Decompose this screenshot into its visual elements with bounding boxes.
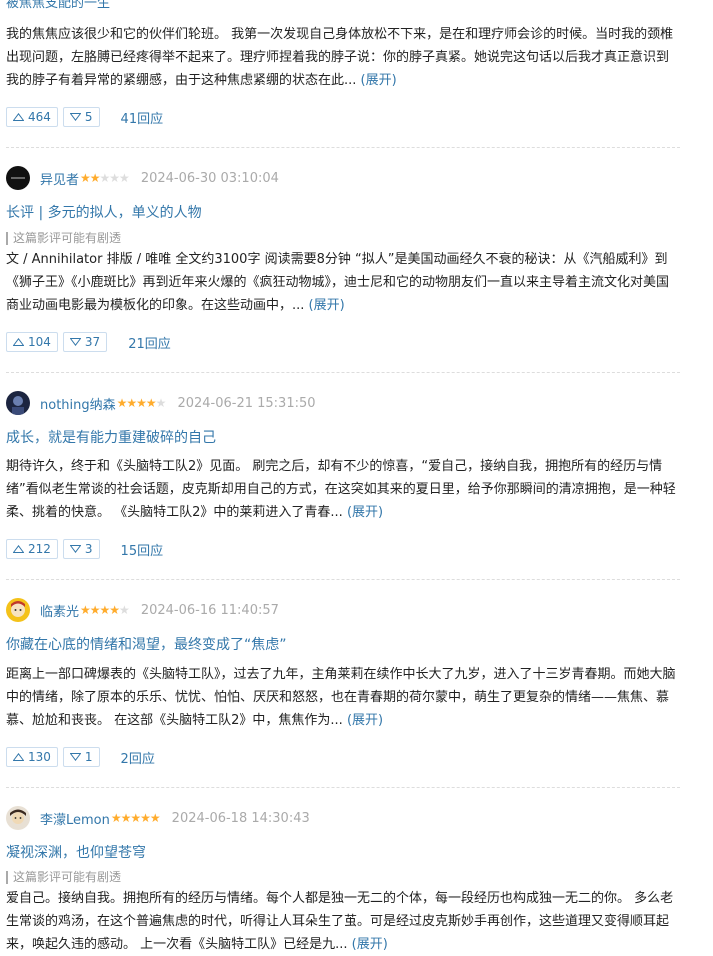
avatar-image-icon: [11, 601, 25, 617]
review-title[interactable]: 长评 | 多元的拟人，单义的人物: [6, 202, 202, 222]
divider: [6, 787, 680, 788]
review-body: 文 / Annihilator 排版 / 唯唯 全文约3100字 阅读需要8分钟…: [6, 248, 678, 317]
avatar-image-icon: [11, 177, 25, 179]
review-actions: 212 3 15回应: [6, 538, 163, 560]
upvote-button[interactable]: 130: [6, 747, 58, 767]
review-body: 期待许久，终于和《头脑特工队2》见面。 刷完之后，却有不少的惊喜，“爱自己，接纳…: [6, 455, 678, 524]
expand-link[interactable]: (展开): [309, 298, 345, 313]
thumb-down-icon: [69, 113, 81, 121]
review-date: 2024-06-21 15:31:50: [177, 395, 316, 411]
divider: [6, 147, 680, 148]
rating-stars: ★★★★★: [116, 396, 167, 410]
author-name[interactable]: 临素光: [40, 601, 79, 620]
divider: [6, 372, 680, 373]
thumb-up-icon: [13, 753, 24, 761]
avatar[interactable]: [6, 598, 30, 622]
review-date: 2024-06-30 03:10:04: [140, 170, 279, 186]
expand-link[interactable]: (展开): [347, 713, 383, 728]
review-header: 异见者 ★★★★★ 2024-06-30 03:10:04: [6, 166, 279, 190]
review-text: 期待许久，终于和《头脑特工队2》见面。 刷完之后，却有不少的惊喜，“爱自己，接纳…: [6, 459, 676, 520]
spoiler-warning: 这篇影评可能有剧透: [6, 871, 121, 884]
spoiler-warning: 这篇影评可能有剧透: [6, 232, 121, 245]
replies-link[interactable]: 2回应: [121, 748, 155, 767]
upvote-button[interactable]: 212: [6, 539, 58, 559]
expand-link[interactable]: (展开): [352, 937, 388, 952]
upvote-count: 212: [28, 542, 51, 556]
review-header: nothing纳森 ★★★★★ 2024-06-21 15:31:50: [6, 391, 316, 415]
avatar[interactable]: [6, 166, 30, 190]
downvote-button[interactable]: 1: [62, 747, 100, 767]
replies-link[interactable]: 41回应: [121, 108, 164, 127]
review-date: 2024-06-18 14:30:43: [171, 810, 310, 826]
thumb-up-icon: [13, 113, 24, 121]
review-text: 我的焦焦应该很少和它的伙伴们轮班。 我第一次发现自己身体放松不下来，是在和理疗师…: [6, 27, 674, 88]
expand-link[interactable]: (展开): [347, 505, 383, 520]
review-body: 距离上一部口碑爆表的《头脑特工队》，过去了九年，主角莱莉在续作中长大了九岁，进入…: [6, 663, 678, 732]
review-header: 李濛Lemon ★★★★★ 2024-06-18 14:30:43: [6, 806, 310, 830]
thumb-up-icon: [13, 545, 24, 553]
author-name[interactable]: 李濛Lemon: [40, 809, 110, 828]
rating-stars: ★★★★★: [110, 811, 161, 825]
rating-stars: ★★★★★: [80, 603, 130, 617]
avatar[interactable]: [6, 806, 30, 830]
divider: [6, 579, 680, 580]
review-text: 爱自己。接纳自我。拥抱所有的经历与情绪。每个人都是独一无二的个体，每一段经历也构…: [6, 891, 674, 952]
review-title[interactable]: 成长，就是有能力重建破碎的自己: [6, 427, 216, 447]
review-body: 我的焦焦应该很少和它的伙伴们轮班。 我第一次发现自己身体放松不下来，是在和理疗师…: [6, 23, 678, 92]
upvote-count: 464: [28, 110, 51, 124]
author-name[interactable]: 异见者: [40, 169, 79, 188]
rating-stars: ★★★★★: [80, 171, 130, 185]
downvote-button[interactable]: 5: [62, 107, 100, 127]
review-actions: 130 1 2回应: [6, 746, 155, 768]
downvote-button[interactable]: 37: [62, 332, 108, 352]
review-text: 距离上一部口碑爆表的《头脑特工队》，过去了九年，主角莱莉在续作中长大了九岁，进入…: [6, 667, 676, 728]
thumb-down-icon: [69, 338, 81, 346]
review-body: 爱自己。接纳自我。拥抱所有的经历与情绪。每个人都是独一无二的个体，每一段经历也构…: [6, 887, 678, 956]
avatar-image-icon: [10, 809, 26, 824]
downvote-count: 5: [84, 110, 93, 124]
downvote-count: 37: [84, 335, 101, 349]
expand-link[interactable]: (展开): [361, 73, 397, 88]
review-title-partial[interactable]: 被焦焦支配的一生: [6, 0, 110, 11]
avatar[interactable]: [6, 391, 30, 415]
replies-link[interactable]: 21回应: [128, 333, 171, 352]
thumb-up-icon: [13, 338, 24, 346]
downvote-button[interactable]: 3: [62, 539, 100, 559]
review-actions: 464 5 41回应: [6, 106, 163, 128]
thumb-down-icon: [69, 545, 81, 553]
author-name[interactable]: nothing纳森: [40, 394, 116, 413]
avatar-image-icon: [12, 396, 24, 415]
thumb-down-icon: [69, 753, 81, 761]
review-date: 2024-06-16 11:40:57: [140, 602, 279, 618]
review-actions: 104 37 21回应: [6, 331, 171, 353]
downvote-count: 3: [84, 542, 93, 556]
review-title[interactable]: 凝视深渊，也仰望苍穹: [6, 842, 146, 862]
downvote-count: 1: [84, 750, 93, 764]
review-title[interactable]: 你藏在心底的情绪和渴望，最终变成了“焦虑”: [6, 634, 287, 654]
review-header: 临素光 ★★★★★ 2024-06-16 11:40:57: [6, 598, 279, 622]
upvote-count: 130: [28, 750, 51, 764]
upvote-button[interactable]: 104: [6, 332, 58, 352]
upvote-button[interactable]: 464: [6, 107, 58, 127]
replies-link[interactable]: 15回应: [121, 540, 164, 559]
upvote-count: 104: [28, 335, 51, 349]
